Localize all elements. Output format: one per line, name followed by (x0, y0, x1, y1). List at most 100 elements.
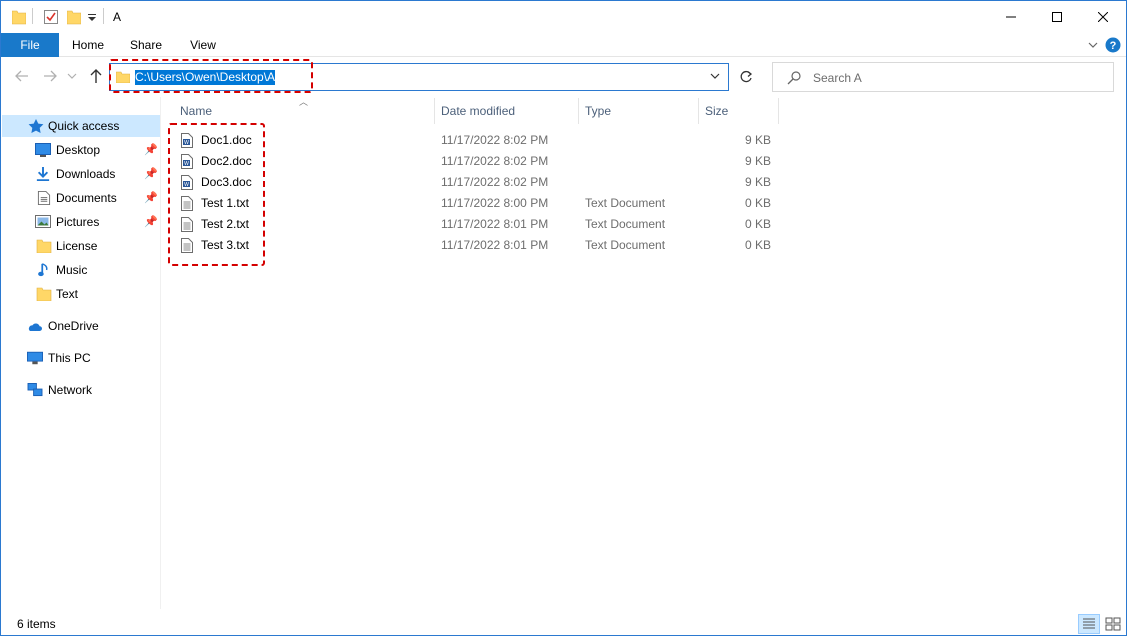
sidebar-item-this-pc[interactable]: This PC (2, 347, 160, 369)
sidebar-item-label: Quick access (48, 119, 120, 133)
sidebar-item-label: License (56, 239, 98, 253)
column-header-date[interactable]: Date modified (441, 98, 577, 124)
expand-ribbon-icon[interactable] (1088, 41, 1098, 49)
details-view-icon (1083, 618, 1095, 629)
maximize-icon (1052, 12, 1062, 22)
ribbon-tabs: File Home Share View ? (1, 33, 1126, 57)
properties-icon[interactable] (43, 9, 59, 25)
file-name: Test 3.txt (201, 238, 250, 252)
sidebar-item-label: This PC (48, 351, 91, 365)
chevron-down-icon[interactable] (710, 71, 720, 81)
search-box[interactable]: Search A (772, 62, 1114, 92)
title-bar: A (1, 1, 1126, 33)
tab-file[interactable]: File (1, 33, 59, 57)
sidebar-item-onedrive[interactable]: OneDrive (2, 315, 160, 337)
sidebar-item-label: Documents (56, 191, 117, 205)
tab-home[interactable]: Home (65, 33, 111, 57)
file-date: 11/17/2022 8:02 PM (441, 133, 549, 147)
new-folder-icon[interactable] (67, 9, 81, 25)
sidebar-item-label: Downloads (56, 167, 116, 181)
cloud-icon (28, 323, 42, 331)
sidebar-item-label: Desktop (56, 143, 101, 157)
column-divider[interactable] (698, 98, 699, 124)
file-date: 11/17/2022 8:02 PM (441, 175, 549, 189)
forward-icon[interactable] (41, 67, 59, 85)
text-file-icon (181, 238, 193, 253)
close-button[interactable] (1080, 1, 1126, 33)
address-path[interactable]: C:\Users\Owen\Desktop\A (135, 70, 276, 85)
toolbar-separator (103, 8, 104, 24)
file-date: 11/17/2022 8:00 PM (441, 196, 549, 210)
column-divider[interactable] (778, 98, 779, 124)
sidebar-item-license[interactable]: License (2, 235, 160, 257)
file-size: 9 KB (744, 133, 771, 147)
file-row[interactable]: W Doc1.doc 11/17/2022 8:02 PM 9 KB (171, 130, 791, 151)
file-row[interactable]: Test 2.txt 11/17/2022 8:01 PM Text Docum… (171, 214, 791, 235)
navigation-bar: C:\Users\Owen\Desktop\A Search A (1, 57, 1126, 97)
column-header-name[interactable]: Name (180, 98, 434, 124)
file-row[interactable]: W Doc2.doc 11/17/2022 8:02 PM 9 KB (171, 151, 791, 172)
svg-text:?: ? (1110, 40, 1117, 52)
sidebar-item-pictures[interactable]: Pictures 📌 (2, 211, 160, 233)
column-divider[interactable] (578, 98, 579, 124)
sidebar-item-music[interactable]: Music (2, 259, 160, 281)
sidebar-item-text[interactable]: Text (2, 283, 160, 305)
item-count: 6 items (17, 617, 56, 631)
minimize-button[interactable] (988, 1, 1034, 33)
music-icon (38, 263, 48, 277)
pin-icon[interactable]: 📌 (144, 187, 158, 209)
file-name: Doc2.doc (201, 154, 252, 168)
file-date: 11/17/2022 8:01 PM (441, 217, 549, 231)
pin-icon[interactable]: 📌 (144, 139, 158, 161)
column-divider[interactable] (434, 98, 435, 124)
up-arrow-icon[interactable] (87, 67, 105, 85)
sidebar-item-label: Network (48, 383, 93, 397)
documents-icon (37, 191, 51, 205)
customize-toolbar-icon[interactable] (87, 9, 97, 25)
word-doc-icon: W (181, 154, 193, 169)
file-date: 11/17/2022 8:02 PM (441, 154, 549, 168)
back-icon[interactable] (13, 67, 31, 85)
file-row[interactable]: Test 1.txt 11/17/2022 8:00 PM Text Docum… (171, 193, 791, 214)
file-size: 9 KB (744, 154, 771, 168)
sidebar-item-network[interactable]: Network (2, 379, 160, 401)
status-bar: 6 items (1, 613, 1126, 636)
maximize-button[interactable] (1034, 1, 1080, 33)
refresh-button[interactable] (734, 63, 758, 91)
pin-icon[interactable]: 📌 (144, 211, 158, 233)
column-header-size[interactable]: Size (705, 98, 775, 124)
refresh-icon (740, 70, 753, 83)
large-icons-view-icon (1105, 617, 1121, 631)
file-date: 11/17/2022 8:01 PM (441, 238, 549, 252)
sidebar-item-downloads[interactable]: Downloads 📌 (2, 163, 160, 185)
tab-view[interactable]: View (181, 33, 225, 57)
star-icon (28, 119, 44, 133)
column-header-type[interactable]: Type (585, 98, 697, 124)
sidebar-item-quick-access[interactable]: Quick access (2, 115, 160, 137)
file-row[interactable]: Test 3.txt 11/17/2022 8:01 PM Text Docum… (171, 235, 791, 256)
file-type: Text Document (585, 196, 666, 210)
tab-share[interactable]: Share (123, 33, 169, 57)
folder-icon (36, 239, 52, 253)
help-icon[interactable]: ? (1105, 37, 1121, 53)
file-name: Doc3.doc (201, 175, 252, 189)
file-type: Text Document (585, 238, 666, 252)
large-icons-view-button[interactable] (1102, 614, 1124, 634)
file-size: 9 KB (744, 175, 771, 189)
svg-text:W: W (184, 182, 189, 188)
file-row[interactable]: W Doc3.doc 11/17/2022 8:02 PM 9 KB (171, 172, 791, 193)
sidebar-item-label: Text (56, 287, 79, 301)
file-name: Doc1.doc (201, 133, 252, 147)
computer-icon (27, 351, 43, 365)
minimize-icon (1006, 16, 1016, 18)
text-file-icon (181, 217, 193, 232)
pin-icon[interactable]: 📌 (144, 163, 158, 185)
recent-locations-icon[interactable] (67, 67, 85, 85)
sidebar-item-documents[interactable]: Documents 📌 (2, 187, 160, 209)
sidebar-item-label: Music (56, 263, 88, 277)
file-size: 0 KB (744, 196, 771, 210)
address-bar[interactable]: C:\Users\Owen\Desktop\A (109, 63, 729, 91)
sidebar-item-desktop[interactable]: Desktop 📌 (2, 139, 160, 161)
details-view-button[interactable] (1078, 614, 1100, 634)
file-size: 0 KB (744, 217, 771, 231)
